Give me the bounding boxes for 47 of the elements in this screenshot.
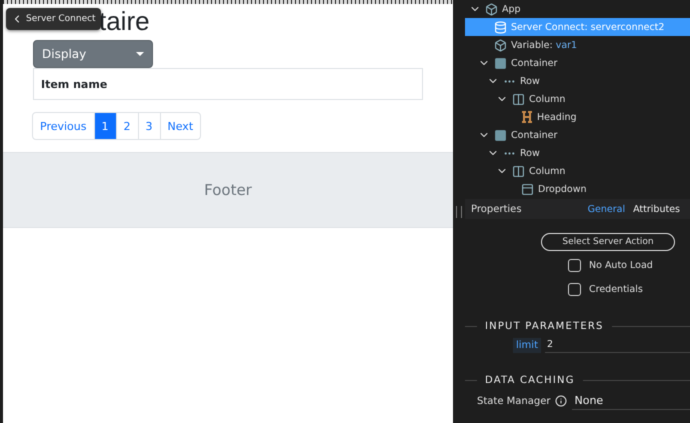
checkbox-label: Credentials xyxy=(589,284,643,295)
tree-item[interactable]: Dropdown xyxy=(465,180,690,198)
caret-icon xyxy=(136,52,144,56)
heading-icon xyxy=(521,111,533,123)
tree-item[interactable]: Heading xyxy=(465,108,690,126)
page-link[interactable]: 3 xyxy=(138,112,160,140)
table-header: Item name xyxy=(40,78,108,90)
page-heading: taire xyxy=(99,6,151,36)
page-link[interactable]: Previous xyxy=(32,112,94,140)
columns-icon xyxy=(512,164,525,178)
panel-title: Properties xyxy=(471,204,523,214)
dropdown-icon xyxy=(521,182,534,196)
cube-icon xyxy=(494,38,507,52)
tree-item[interactable]: Column xyxy=(465,162,690,180)
cube-icon xyxy=(485,2,498,16)
param-name: limit xyxy=(513,338,541,352)
param-value-field[interactable]: 2 xyxy=(545,337,690,353)
tree-item[interactable]: Row xyxy=(465,144,690,162)
select-action-button[interactable]: Select Server Action xyxy=(541,233,675,251)
square-icon xyxy=(494,56,507,70)
tree-item[interactable]: Variable: var1 xyxy=(465,36,690,54)
section-title: DATA CACHING xyxy=(485,375,575,386)
footer-text: Footer xyxy=(204,181,252,199)
info-icon[interactable] xyxy=(555,395,568,407)
splitter-handle[interactable] xyxy=(456,206,462,218)
page-link[interactable]: 1 xyxy=(94,112,116,140)
columns-icon xyxy=(512,92,525,106)
checkbox[interactable] xyxy=(568,283,581,296)
tab[interactable]: Attributes xyxy=(629,204,684,214)
page-link[interactable]: 2 xyxy=(116,112,138,140)
database-icon xyxy=(494,20,507,34)
tree-item[interactable]: Row xyxy=(465,72,690,90)
tooltip[interactable]: Server Connect xyxy=(6,8,101,30)
square-icon xyxy=(494,128,507,142)
field-label: State Manager xyxy=(477,396,550,406)
tab[interactable]: General xyxy=(584,204,630,214)
tooltip-text: Server Connect xyxy=(26,14,96,24)
tree-item[interactable]: Container xyxy=(465,54,690,72)
checkbox[interactable] xyxy=(568,259,581,272)
select-field[interactable]: None xyxy=(572,392,690,410)
checkbox-label: No Auto Load xyxy=(589,260,653,271)
section-title: INPUT PARAMETERS xyxy=(485,321,604,332)
page-link[interactable]: Next xyxy=(160,112,202,140)
tree-item[interactable]: Container xyxy=(465,126,690,144)
tree-item[interactable]: Column xyxy=(465,90,690,108)
tree-item[interactable]: App xyxy=(465,0,690,18)
dropdown-button[interactable]: Display xyxy=(33,40,153,68)
